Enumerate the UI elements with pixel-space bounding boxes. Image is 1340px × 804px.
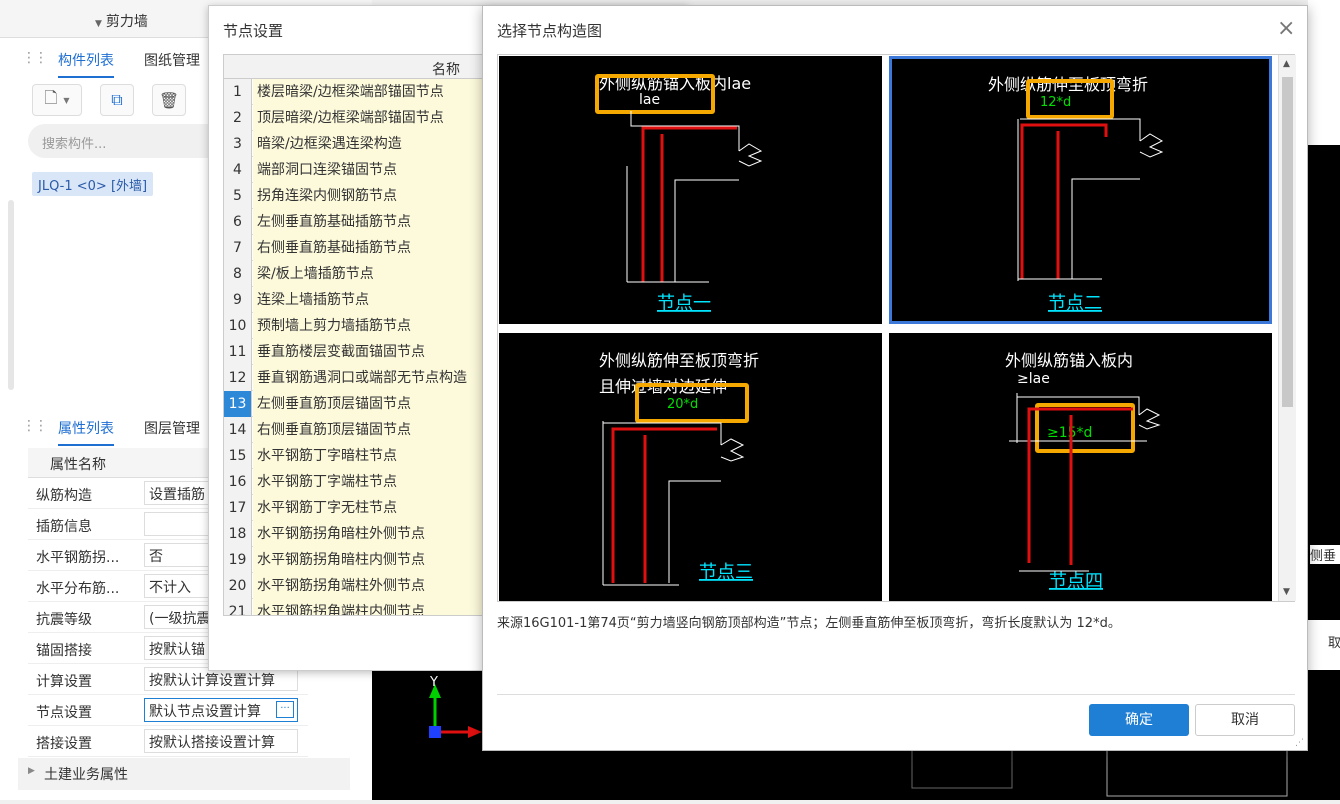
drag-handle-icon[interactable]: ⋮⋮ (22, 50, 48, 66)
search-input[interactable]: 搜索构件... (28, 124, 228, 158)
row-number: 1 (224, 79, 252, 105)
row-number: 12 (224, 365, 252, 391)
rebar-drawing: 节点二 (1017, 118, 1164, 314)
chevron-right-icon: ▶ (28, 766, 35, 776)
scroll-thumb[interactable] (1282, 77, 1293, 407)
new-file-icon: 🗋 (44, 87, 58, 107)
node-option-3[interactable]: 外侧纵筋伸至板顶弯折 且伸过墙对边延伸 20*d 节点三 (499, 333, 882, 601)
property-name: 水平钢筋拐... (36, 550, 120, 566)
property-value[interactable]: 按默认搭接设置计算 (144, 729, 298, 753)
row-number: 17 (224, 495, 252, 521)
property-name: 节点设置 (36, 705, 92, 721)
node-option-4[interactable]: 外侧纵筋锚入板内 ≥lae ≥15*d 节点四 (889, 333, 1272, 601)
close-icon[interactable]: × (1277, 16, 1295, 41)
row-number: 13 (224, 391, 252, 417)
new-component-button[interactable]: 🗋 ▼ (32, 84, 82, 116)
node-option-1[interactable]: 外侧纵筋锚入板内lae lae 节点一 (499, 56, 882, 324)
row-number: 8 (224, 261, 252, 287)
property-name: 搭接设置 (36, 736, 92, 752)
node-label: 节点二 (1048, 293, 1102, 314)
copy-button[interactable]: ⧉ (100, 84, 134, 116)
property-name: 计算设置 (36, 674, 92, 690)
select-node-diagram-dialog: 选择节点构造图 × 外侧纵筋锚入板内lae lae 节点一 外侧纵筋伸至板顶弯折… (482, 5, 1308, 751)
more-icon[interactable]: ··· (276, 701, 294, 718)
row-number: 15 (224, 443, 252, 469)
row-number: 20 (224, 573, 252, 599)
trash-icon: 🗑 (158, 90, 180, 110)
rebar-drawing: 节点四 (1009, 393, 1161, 592)
row-number: 19 (224, 547, 252, 573)
name-column-header: 名称 (432, 62, 460, 78)
property-value[interactable]: 默认节点设置计算 ··· (144, 698, 298, 722)
diagram-scrollbar[interactable]: ▲ ▼ (1278, 55, 1296, 601)
dialog-title: 选择节点构造图 (497, 22, 603, 40)
rebar-drawing: 节点三 (602, 421, 753, 586)
node-label: 节点四 (1049, 571, 1103, 592)
cancel-button[interactable]: 取消 (1195, 704, 1295, 736)
row-number: 3 (224, 131, 252, 157)
rebar-drawing: 节点一 (626, 111, 763, 314)
scroll-up-icon[interactable]: ▲ (1283, 59, 1290, 69)
row-number: 21 (224, 599, 252, 615)
component-item[interactable]: JLQ-1 <0> [外墙] (32, 172, 154, 196)
row-number: 14 (224, 417, 252, 443)
node-label: 节点一 (657, 293, 711, 314)
delete-button[interactable]: 🗑 (152, 84, 186, 116)
row-number: 2 (224, 105, 252, 131)
row-number: 11 (224, 339, 252, 365)
tab-drawing-manager[interactable]: 图纸管理 (144, 50, 200, 70)
node-setting-value: 默认节点设置计算 (149, 704, 261, 720)
property-name-header: 属性名称 (50, 457, 106, 473)
ok-button[interactable]: 确定 (1089, 704, 1189, 736)
row-number: 4 (224, 157, 252, 183)
tab-layer-manager[interactable]: 图层管理 (144, 418, 200, 438)
property-name: 锚固搭接 (36, 643, 92, 659)
copy-icon: ⧉ (111, 90, 123, 109)
dialog-title: 节点设置 (223, 22, 284, 40)
row-number: 7 (224, 235, 252, 261)
diagram-grid: 外侧纵筋锚入板内lae lae 节点一 外侧纵筋伸至板顶弯折 12*d 节点二 … (497, 54, 1296, 602)
property-name: 纵筋构造 (36, 488, 92, 504)
civil-section-header[interactable]: ▶ 土建业务属性 (18, 758, 350, 790)
node-option-2-selected[interactable]: 外侧纵筋伸至板顶弯折 12*d 节点二 (889, 56, 1272, 324)
property-name: 插筋信息 (36, 519, 92, 535)
row-number: 18 (224, 521, 252, 547)
clipped-label: 侧垂 (1310, 545, 1340, 564)
wall-type-dropdown[interactable]: ▼ 剪力墙 (95, 11, 148, 31)
property-name: 抗震等级 (36, 612, 92, 628)
node-label: 节点三 (699, 562, 753, 583)
left-scrollbar[interactable] (8, 200, 14, 390)
tab-property-list[interactable]: 属性列表 (58, 418, 114, 446)
svg-text:Y: Y (429, 675, 438, 690)
property-name: 水平分布筋... (36, 581, 120, 597)
resize-grip-icon[interactable]: ⋰ (1295, 738, 1304, 748)
row-number: 9 (224, 287, 252, 313)
chevron-down-icon: ▼ (95, 19, 102, 29)
source-description: 来源16G101-1第74页“剪力墙竖向钢筋顶部构造”节点；左侧垂直筋伸至板顶弯… (497, 616, 1121, 631)
row-number: 10 (224, 313, 252, 339)
tab-component-list[interactable]: 构件列表 (58, 50, 114, 78)
row-number: 16 (224, 469, 252, 495)
property-row: 节点设置 默认节点设置计算 ··· (28, 695, 308, 726)
civil-section-label: 土建业务属性 (44, 767, 128, 783)
property-row: 搭接设置 按默认搭接设置计算 (28, 726, 308, 757)
row-number: 5 (224, 183, 252, 209)
scroll-down-icon[interactable]: ▼ (1283, 587, 1290, 597)
chevron-down-icon: ▼ (63, 95, 70, 105)
divider (497, 694, 1295, 695)
wall-type-label: 剪力墙 (105, 14, 148, 30)
row-number: 6 (224, 209, 252, 235)
clipped-label-2: 取 (1328, 636, 1340, 651)
drag-handle-icon[interactable]: ⋮⋮ (22, 418, 48, 434)
